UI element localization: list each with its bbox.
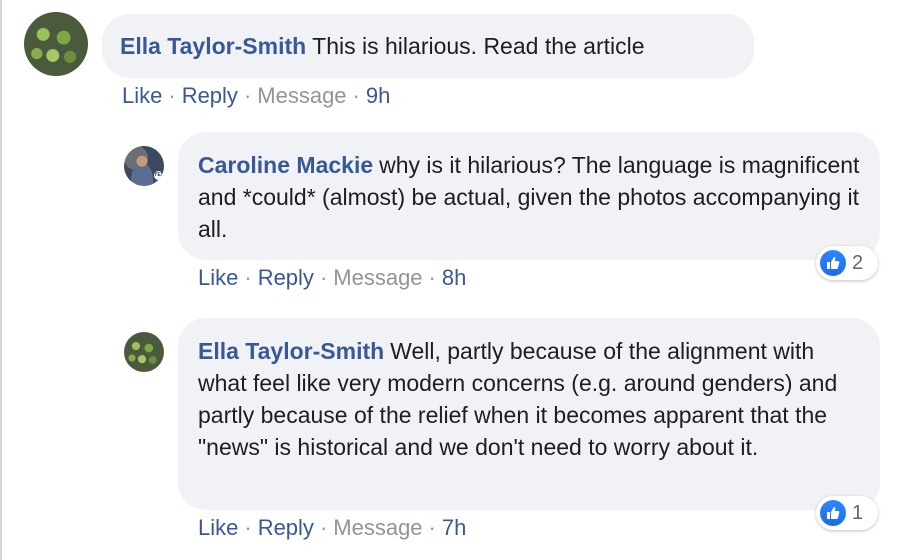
like-link[interactable]: Like	[122, 83, 162, 108]
badge-icon: YES	[154, 171, 164, 180]
separator-dot: ·	[244, 515, 252, 540]
thread-divider	[0, 0, 2, 560]
comment-thread: Ella Taylor-Smith This is hilarious. Read…	[0, 0, 898, 560]
separator-dot: ·	[243, 83, 252, 108]
comment-author-link[interactable]: Ella Taylor-Smith	[198, 338, 384, 364]
separator-dot: ·	[319, 265, 328, 290]
timestamp[interactable]: 9h	[366, 83, 390, 108]
separator-dot: ·	[352, 83, 360, 108]
reaction-count: 1	[852, 501, 864, 524]
reaction-count: 2	[852, 251, 864, 274]
separator-dot: ·	[319, 515, 328, 540]
timestamp[interactable]: 8h	[442, 265, 466, 290]
comment-bubble: Ella Taylor-Smith This is hilarious. Read…	[102, 14, 754, 78]
comment-text: This is hilarious. Read the article	[312, 33, 645, 59]
comment-bubble: Ella Taylor-Smith Well, partly because of…	[178, 318, 880, 510]
comment-author-link[interactable]: Ella Taylor-Smith	[120, 33, 306, 59]
message-link[interactable]: Message	[333, 515, 422, 540]
comment-actions: Like · Reply · Message · 9h	[122, 82, 390, 110]
message-link[interactable]: Message	[333, 265, 422, 290]
avatar[interactable]	[24, 12, 88, 76]
comment-actions: Like · Reply · Message · 8h	[198, 264, 466, 292]
like-link[interactable]: Like	[198, 265, 238, 290]
reaction-summary[interactable]: 2	[816, 246, 878, 280]
timestamp[interactable]: 7h	[442, 515, 466, 540]
comment-actions: Like · Reply · Message · 7h	[198, 514, 466, 542]
comment-author-link[interactable]: Caroline Mackie	[198, 152, 373, 178]
like-thumb-icon	[820, 250, 846, 276]
separator-dot: ·	[168, 83, 176, 108]
reply-link[interactable]: Reply	[258, 265, 314, 290]
reply-link[interactable]: Reply	[182, 83, 238, 108]
avatar[interactable]	[124, 332, 164, 372]
message-link[interactable]: Message	[257, 83, 346, 108]
separator-dot: ·	[428, 265, 436, 290]
reply-link[interactable]: Reply	[258, 515, 314, 540]
avatar[interactable]: YES	[124, 146, 164, 186]
like-link[interactable]: Like	[198, 515, 238, 540]
separator-dot: ·	[428, 515, 436, 540]
comment-bubble: Caroline Mackie why is it hilarious? The …	[178, 132, 880, 260]
separator-dot: ·	[244, 265, 252, 290]
reaction-summary[interactable]: 1	[816, 496, 878, 530]
like-thumb-icon	[820, 500, 846, 526]
